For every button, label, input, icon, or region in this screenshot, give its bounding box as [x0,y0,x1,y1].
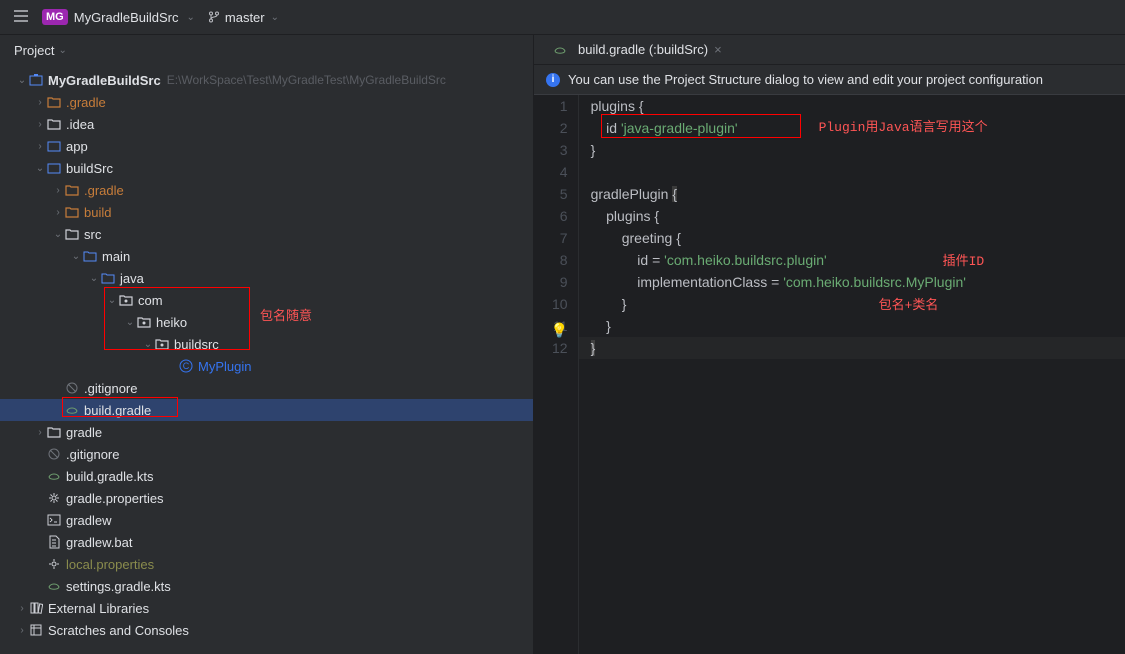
tree-item[interactable]: gradle.properties [0,487,533,509]
intention-bulb-icon[interactable]: 💡 [551,319,568,341]
chevron-down-icon: ⌄ [52,229,64,240]
vcs-branch-selector[interactable]: master ⌄ [207,10,279,25]
chevron-down-icon: ⌄ [58,45,66,56]
tree-item[interactable]: ›.gradle [0,179,533,201]
editor-banner[interactable]: i You can use the Project Structure dial… [534,65,1125,95]
package-icon [154,336,170,352]
chevron-right-icon: › [34,119,46,130]
tree-root[interactable]: ⌄ MyGradleBuildSrc E:\WorkSpace\Test\MyG… [0,69,533,91]
module-icon [46,138,62,154]
tree-item[interactable]: build.gradle.kts [0,465,533,487]
tree-item[interactable]: ⌄buildSrc [0,157,533,179]
folder-icon [46,424,62,440]
svg-text:C: C [183,361,190,371]
annotation-text: 插件ID [943,251,985,273]
tree-item[interactable]: ⌄src [0,223,533,245]
folder-icon [64,226,80,242]
tree-item[interactable]: local.properties [0,553,533,575]
project-tree: ⌄ MyGradleBuildSrc E:\WorkSpace\Test\MyG… [0,65,533,654]
chevron-right-icon: › [52,207,64,218]
info-icon: i [546,73,560,87]
tree-item-selected[interactable]: build.gradle [0,399,533,421]
chevron-right-icon: › [34,97,46,108]
chevron-down-icon: ⌄ [187,12,195,23]
ignore-icon [64,380,80,396]
chevron-down-icon: ⌄ [271,12,279,23]
gear-icon [46,556,62,572]
chevron-down-icon: ⌄ [142,339,154,350]
chevron-down-icon: ⌄ [106,295,118,306]
chevron-down-icon: ⌄ [88,273,100,284]
annotation-text: Plugin用Java语言写用这个 [819,117,988,139]
tree-item[interactable]: ⌄java [0,267,533,289]
chevron-right-icon: › [16,603,28,614]
source-folder-icon [100,270,116,286]
line-gutter: 1234 5678 9101112 [534,95,579,654]
tree-item[interactable]: ⌄main [0,245,533,267]
project-badge: MG [42,9,68,25]
terminal-icon [46,512,62,528]
chevron-right-icon: › [52,185,64,196]
tree-item[interactable]: ›.idea [0,113,533,135]
close-icon[interactable]: × [714,42,722,57]
gradle-kts-icon [46,468,62,484]
folder-icon [46,116,62,132]
tree-item[interactable]: gradlew [0,509,533,531]
tree-item[interactable]: ›.gradle [0,91,533,113]
module-icon [28,72,44,88]
class-icon: C [178,358,194,374]
package-icon [118,292,134,308]
library-icon [28,600,44,616]
chevron-down-icon: ⌄ [124,317,136,328]
folder-icon [46,94,62,110]
chevron-down-icon: ⌄ [16,75,28,86]
chevron-right-icon: › [34,427,46,438]
gear-icon [46,490,62,506]
chevron-down-icon: ⌄ [70,251,82,262]
annotation-text: 包名随意 [260,305,312,324]
chevron-down-icon: ⌄ [34,163,46,174]
branch-icon [207,10,221,24]
file-icon [46,534,62,550]
tree-item[interactable]: ⌄buildsrc [0,333,533,355]
tree-item[interactable]: ›Scratches and Consoles [0,619,533,641]
gradle-kts-icon [46,578,62,594]
package-icon [136,314,152,330]
chevron-right-icon: › [16,625,28,636]
tree-item[interactable]: ›gradle [0,421,533,443]
folder-icon [64,182,80,198]
tree-item[interactable]: CMyPlugin [0,355,533,377]
gradle-icon [552,42,568,58]
project-selector[interactable]: MG MyGradleBuildSrc ⌄ [42,9,195,25]
tree-item[interactable]: settings.gradle.kts [0,575,533,597]
editor-tab[interactable]: build.gradle (:buildSrc) × [542,35,732,64]
chevron-right-icon: › [34,141,46,152]
tree-item[interactable]: .gitignore [0,443,533,465]
scratch-icon [28,622,44,638]
tree-item[interactable]: ›app [0,135,533,157]
tree-item[interactable]: .gitignore [0,377,533,399]
folder-icon [64,204,80,220]
annotation-text: 包名+类名 [879,295,939,317]
source-folder-icon [82,248,98,264]
tree-item[interactable]: ›build [0,201,533,223]
gradle-icon [64,402,80,418]
ignore-icon [46,446,62,462]
tree-item[interactable]: ›External Libraries [0,597,533,619]
code-editor[interactable]: 1234 5678 9101112 plugins { id 'java-gra… [534,95,1125,654]
main-menu-icon[interactable] [12,7,30,28]
module-icon [46,160,62,176]
tree-item[interactable]: gradlew.bat [0,531,533,553]
project-panel-header[interactable]: Project ⌄ [0,35,533,65]
